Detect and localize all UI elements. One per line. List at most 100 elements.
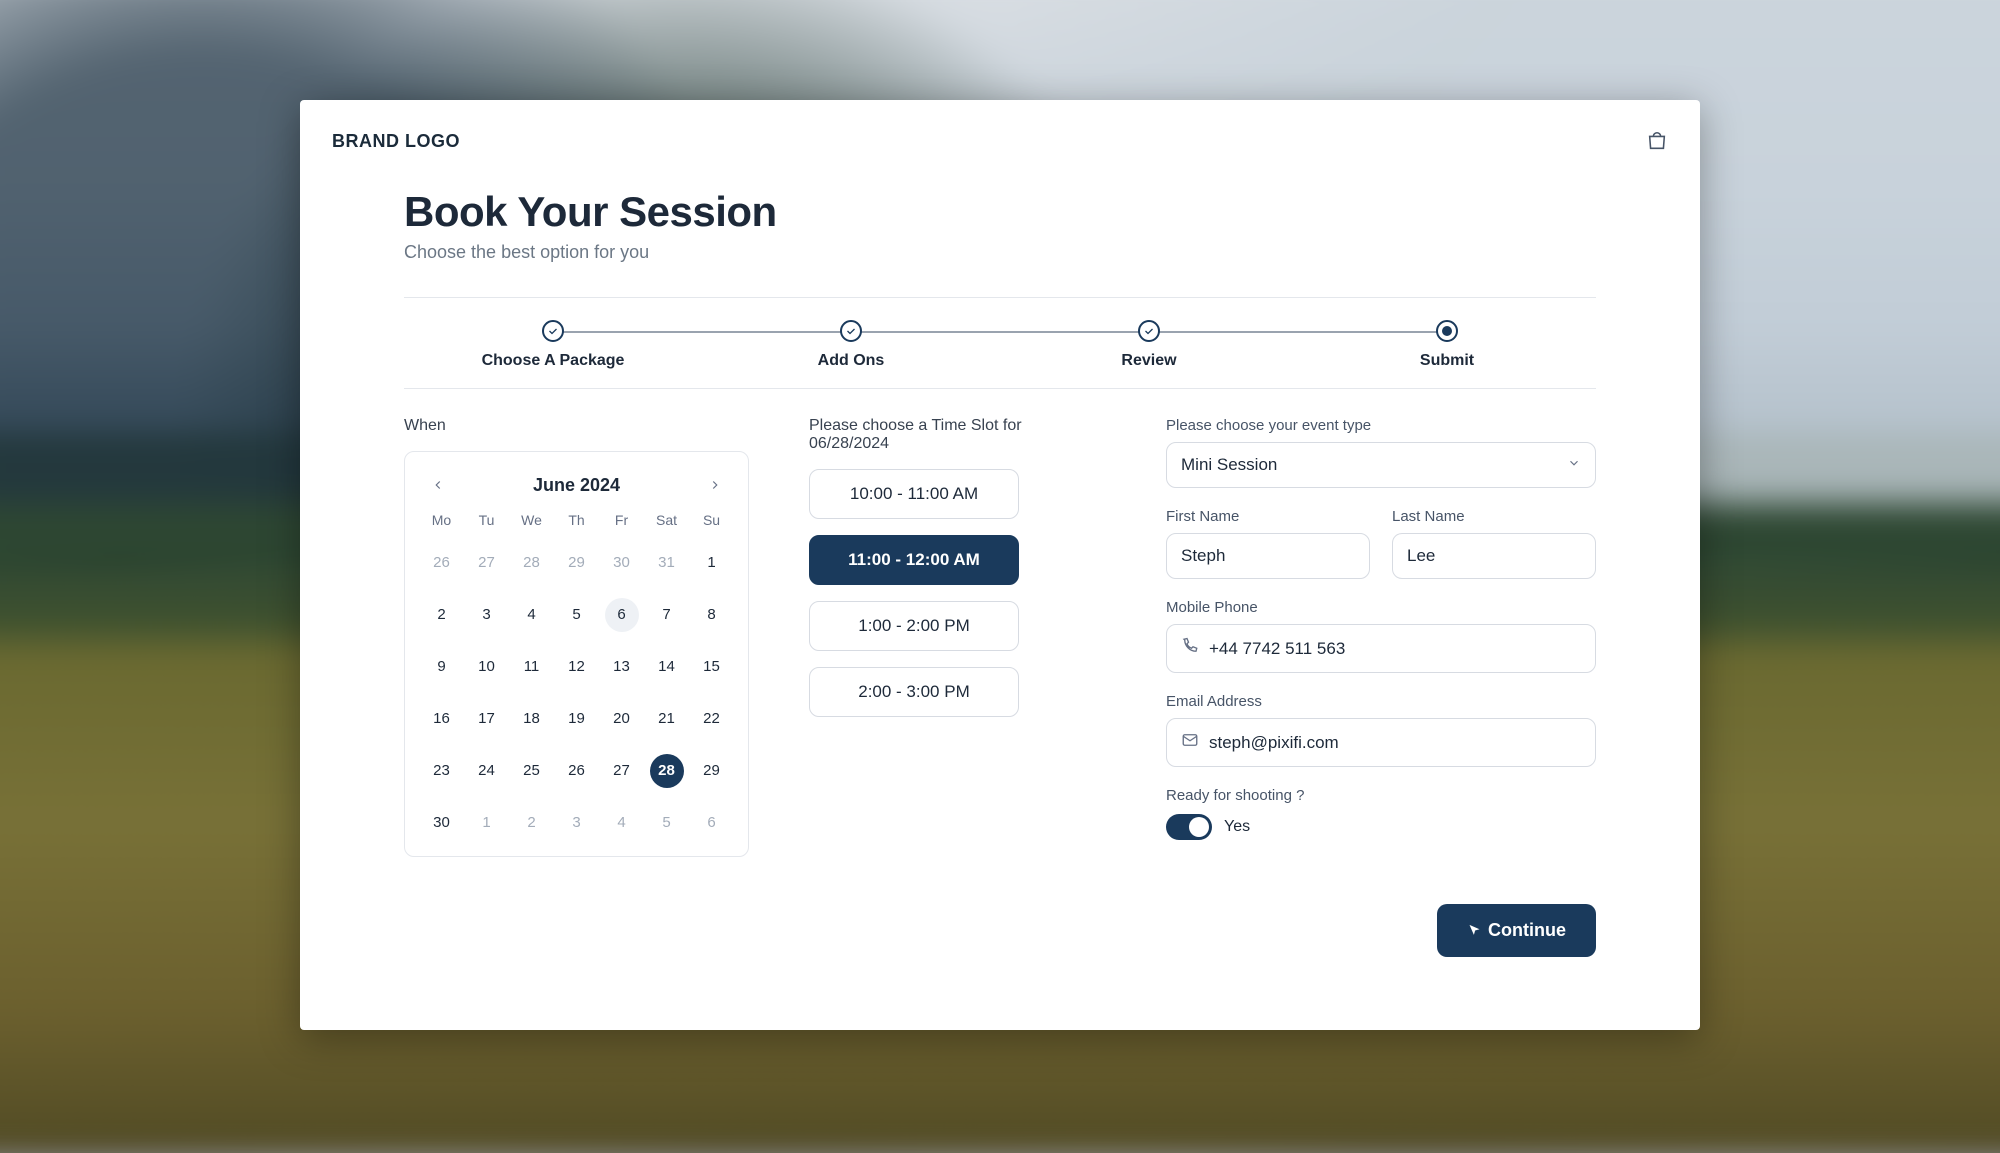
brand-logo[interactable]: BRAND LOGO	[332, 131, 460, 152]
calendar-month-label: June 2024	[533, 475, 620, 496]
calendar-day[interactable]: 5	[560, 598, 594, 632]
calendar-grid: MoTuWeThFrSatSu2627282930311234567891011…	[415, 512, 738, 840]
calendar-day[interactable]: 18	[515, 702, 549, 736]
step-2[interactable]: Add Ons	[702, 320, 1000, 370]
calendar-day[interactable]: 2	[425, 598, 459, 632]
timeslot-column: Please choose a Time Slot for 06/28/2024…	[809, 417, 1106, 957]
timeslot-option[interactable]: 1:00 - 2:00 PM	[809, 601, 1019, 651]
calendar-day[interactable]: 4	[605, 806, 639, 840]
page-subtitle: Choose the best option for you	[404, 242, 1596, 263]
calendar-day[interactable]: 4	[515, 598, 549, 632]
calendar-day[interactable]: 30	[605, 546, 639, 580]
calendar-day[interactable]: 15	[695, 650, 729, 684]
event-type-select[interactable]: Mini Session	[1166, 442, 1596, 488]
phone-input[interactable]: +44 7742 511 563	[1166, 624, 1596, 673]
calendar-day[interactable]: 7	[650, 598, 684, 632]
calendar-day[interactable]: 26	[425, 546, 459, 580]
calendar-prev-button[interactable]	[425, 472, 451, 498]
calendar-day[interactable]: 11	[515, 650, 549, 684]
cursor-icon	[1467, 923, 1482, 938]
calendar-day[interactable]: 6	[605, 598, 639, 632]
calendar-day[interactable]: 1	[695, 546, 729, 580]
step-4[interactable]: Submit	[1298, 320, 1596, 370]
calendar-dow: Fr	[599, 512, 644, 528]
calendar-day[interactable]: 1	[470, 806, 504, 840]
calendar-day[interactable]: 26	[560, 754, 594, 788]
continue-button[interactable]: Continue	[1437, 904, 1596, 957]
calendar-day[interactable]: 3	[470, 598, 504, 632]
form-body: When June 2024 MoTuWeThFrSatSu2627282930…	[404, 417, 1596, 957]
calendar-day[interactable]: 16	[425, 702, 459, 736]
email-input[interactable]: steph@pixifi.com	[1166, 718, 1596, 767]
last-name-value: Lee	[1407, 546, 1581, 566]
calendar-day[interactable]: 23	[425, 754, 459, 788]
event-type-value: Mini Session	[1181, 455, 1277, 475]
calendar-day[interactable]: 19	[560, 702, 594, 736]
calendar-day[interactable]: 10	[470, 650, 504, 684]
calendar-dow: Mo	[419, 512, 464, 528]
calendar-dow: Sat	[644, 512, 689, 528]
calendar-header: June 2024	[415, 466, 738, 512]
calendar-day[interactable]: 28	[650, 754, 684, 788]
calendar-day[interactable]: 27	[470, 546, 504, 580]
stepper: Choose A Package Add Ons Review Submit	[404, 297, 1596, 389]
calendar-day[interactable]: 24	[470, 754, 504, 788]
phone-icon	[1181, 637, 1199, 660]
calendar-day[interactable]: 3	[560, 806, 594, 840]
topbar: BRAND LOGO	[332, 126, 1668, 156]
continue-button-label: Continue	[1488, 920, 1566, 941]
timeslot-option[interactable]: 2:00 - 3:00 PM	[809, 667, 1019, 717]
calendar: June 2024 MoTuWeThFrSatSu262728293031123…	[404, 451, 749, 857]
calendar-day[interactable]: 8	[695, 598, 729, 632]
booking-card: BRAND LOGO Book Your Session Choose the …	[300, 100, 1700, 1030]
calendar-day[interactable]: 29	[695, 754, 729, 788]
last-name-label: Last Name	[1392, 508, 1596, 525]
calendar-day[interactable]: 29	[560, 546, 594, 580]
calendar-next-button[interactable]	[702, 472, 728, 498]
calendar-dow: Su	[689, 512, 734, 528]
step-label: Add Ons	[818, 352, 885, 370]
ready-toggle-value-label: Yes	[1224, 818, 1250, 836]
calendar-day[interactable]: 6	[695, 806, 729, 840]
calendar-day[interactable]: 22	[695, 702, 729, 736]
first-name-input[interactable]: Steph	[1166, 533, 1370, 579]
calendar-day[interactable]: 20	[605, 702, 639, 736]
check-icon	[1138, 320, 1160, 342]
calendar-day[interactable]: 12	[560, 650, 594, 684]
step-label: Submit	[1420, 352, 1474, 370]
calendar-day[interactable]: 14	[650, 650, 684, 684]
step-label: Choose A Package	[482, 352, 625, 370]
timeslot-option[interactable]: 11:00 - 12:00 AM	[809, 535, 1019, 585]
email-value: steph@pixifi.com	[1209, 733, 1581, 753]
step-label: Review	[1121, 352, 1176, 370]
calendar-day[interactable]: 30	[425, 806, 459, 840]
last-name-input[interactable]: Lee	[1392, 533, 1596, 579]
calendar-day[interactable]: 2	[515, 806, 549, 840]
calendar-day[interactable]: 5	[650, 806, 684, 840]
calendar-day[interactable]: 13	[605, 650, 639, 684]
step-1[interactable]: Choose A Package	[404, 320, 702, 370]
timeslot-option[interactable]: 10:00 - 11:00 AM	[809, 469, 1019, 519]
calendar-dow: We	[509, 512, 554, 528]
calendar-day[interactable]: 28	[515, 546, 549, 580]
calendar-day[interactable]: 21	[650, 702, 684, 736]
check-icon	[542, 320, 564, 342]
step-3[interactable]: Review	[1000, 320, 1298, 370]
ready-label: Ready for shooting ?	[1166, 787, 1596, 804]
calendar-day[interactable]: 9	[425, 650, 459, 684]
calendar-day[interactable]: 27	[605, 754, 639, 788]
stepper-line	[547, 331, 1453, 333]
event-type-label: Please choose your event type	[1166, 417, 1596, 434]
shopping-bag-icon[interactable]	[1646, 130, 1668, 152]
ready-toggle[interactable]	[1166, 814, 1212, 840]
page-title: Book Your Session	[404, 188, 1596, 236]
content: Book Your Session Choose the best option…	[332, 156, 1668, 957]
chevron-down-icon	[1567, 455, 1581, 475]
calendar-day[interactable]: 25	[515, 754, 549, 788]
calendar-day[interactable]: 17	[470, 702, 504, 736]
calendar-day[interactable]: 31	[650, 546, 684, 580]
details-form: Please choose your event type Mini Sessi…	[1166, 417, 1596, 957]
timeslot-list: 10:00 - 11:00 AM 11:00 - 12:00 AM 1:00 - 2…	[809, 469, 1019, 717]
timeslot-section-label: Please choose a Time Slot for 06/28/2024	[809, 417, 1106, 453]
calendar-section-label: When	[404, 417, 749, 435]
